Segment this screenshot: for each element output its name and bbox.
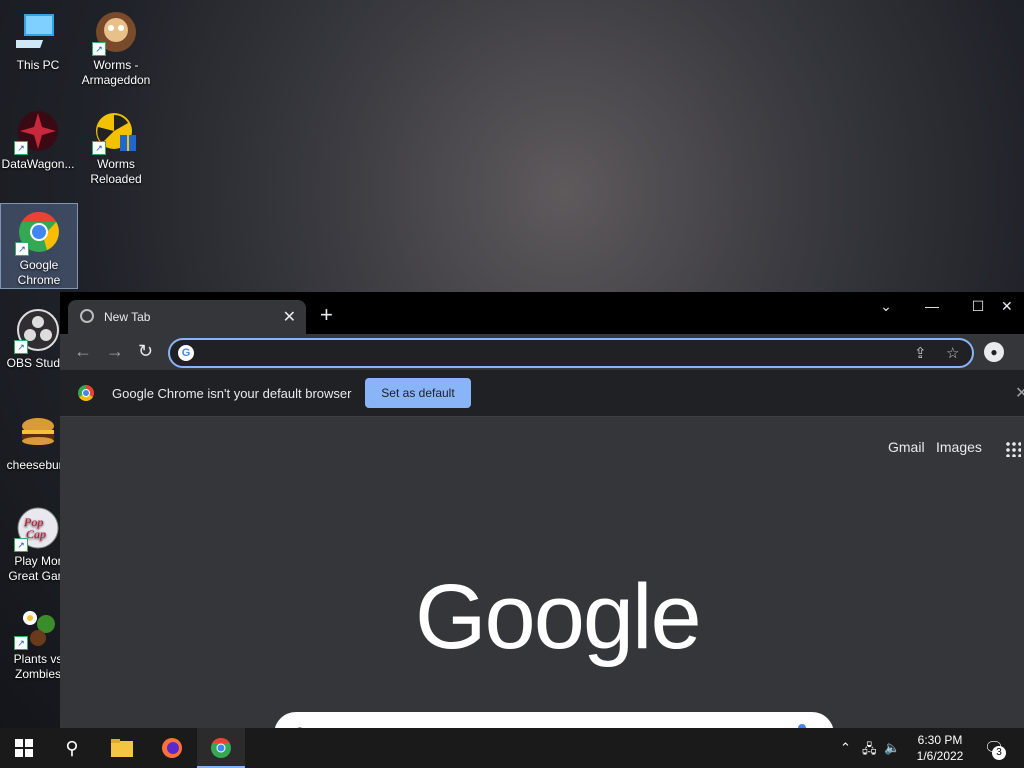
worms-reloaded-icon: ↗ [92,109,138,155]
desktop-icon-datawagon[interactable]: ↗ DataWagon... [0,103,76,172]
cheeseburger-icon [16,410,60,454]
chrome-favicon-icon [80,309,94,323]
back-button[interactable]: ← [74,342,92,360]
shortcut-arrow-icon: ↗ [92,141,106,155]
default-browser-infobar: Google Chrome isn't your default browser… [60,370,1024,417]
browser-toolbar: ← → ↻ G ⇪ ☆ ● [60,334,1024,370]
computer-icon [8,10,60,54]
clock-time: 6:30 PM [917,733,963,747]
plants-vs-zombies-icon: ↗ [14,604,60,650]
shortcut-arrow-icon: ↗ [14,538,28,552]
omnibox[interactable]: G ⇪ ☆ [168,338,974,368]
images-link[interactable]: Images [936,439,982,455]
system-clock[interactable]: 6:30 PM 1/6/2022 [910,732,970,764]
notification-count-badge: 3 [992,746,1006,760]
new-tab-button[interactable]: + [320,304,333,326]
desktop-icon-label: Worms - Armageddon [81,58,151,87]
datawagon-icon: ↗ [14,109,60,155]
action-center-button[interactable]: 🗨 3 [984,738,1006,760]
desktop-icon-google-chrome[interactable]: ↗ Google Chrome [0,203,78,289]
chrome-icon: ↗ [15,210,61,256]
desktop-icon-label: Worms Reloaded [90,157,142,186]
popcap-icon: Pop Cap ↗ [14,506,60,552]
tab-title: New Tab [104,310,151,324]
windows-logo-icon [15,739,33,757]
desktop-icon-label: Google Chrome [17,258,61,287]
taskbar: ⚲ ⌃ 🖧 🔈 6:30 PM 1/6/2022 🗨 3 [0,728,1024,768]
start-button[interactable] [0,728,48,768]
shortcut-arrow-icon: ↗ [14,141,28,155]
desktop-icon-label: This PC [16,58,60,72]
svg-text:Cap: Cap [26,527,46,541]
volume-muted-icon[interactable]: 🔈 [884,740,900,756]
forward-button[interactable]: → [106,342,124,360]
minimize-button[interactable]: — [909,298,955,314]
chrome-taskbar-button[interactable] [197,728,245,768]
firefox-button[interactable] [148,728,196,768]
network-icon[interactable]: 🖧 [862,740,877,762]
tab-search-chevron-icon[interactable]: ⌄ [863,298,909,315]
infobar-close-icon[interactable]: ✕ [1015,383,1024,403]
desktop-icon-worms-reloaded[interactable]: ↗ Worms Reloaded [78,103,154,187]
tab-new-tab[interactable]: New Tab ✕ [68,300,306,334]
desktop-icon-worms-armageddon[interactable]: ↗ Worms - Armageddon [78,4,154,88]
maximize-button[interactable]: ☐ [955,298,1001,315]
new-tab-page: Gmail Images Google ⚲ [60,417,1024,756]
chrome-window: New Tab ✕ + ⌄ — ☐ ✕ ← → ↻ G ⇪ ☆ ● Google… [60,292,1024,756]
chrome-logo-icon [78,385,94,401]
search-taskbar-button[interactable]: ⚲ [48,728,96,768]
google-logo: Google [415,566,702,668]
search-icon: ⚲ [65,738,79,758]
tab-close-icon[interactable]: ✕ [283,307,296,327]
share-icon[interactable]: ⇪ [914,344,927,362]
google-apps-icon[interactable] [1005,441,1021,457]
folder-icon [111,739,133,757]
reload-button[interactable]: ↻ [138,342,153,360]
close-window-button[interactable]: ✕ [1001,298,1024,315]
google-g-icon: G [178,345,194,361]
infobar-message: Google Chrome isn't your default browser [112,386,352,401]
shortcut-arrow-icon: ↗ [14,636,28,650]
omnibox-input[interactable] [202,343,906,365]
clock-date: 1/6/2022 [916,749,964,763]
desktop-icon-this-pc[interactable]: This PC [0,4,76,73]
obs-icon: ↗ [14,308,60,354]
desktop-icon-label: DataWagon... [1,157,75,171]
gmail-link[interactable]: Gmail [888,439,925,455]
firefox-icon [162,738,182,758]
shortcut-arrow-icon: ↗ [14,340,28,354]
worms-armageddon-icon: ↗ [92,10,138,56]
set-as-default-button[interactable]: Set as default [365,378,471,408]
tab-strip: New Tab ✕ + ⌄ — ☐ ✕ [60,292,1024,334]
profile-avatar-icon[interactable]: ● [984,342,1004,362]
shortcut-arrow-icon: ↗ [92,42,106,56]
file-explorer-button[interactable] [98,728,146,768]
bookmark-star-icon[interactable]: ☆ [946,344,959,362]
chrome-icon [211,737,231,758]
shortcut-arrow-icon: ↗ [15,242,29,256]
show-hidden-icons-chevron-icon[interactable]: ⌃ [840,740,851,756]
